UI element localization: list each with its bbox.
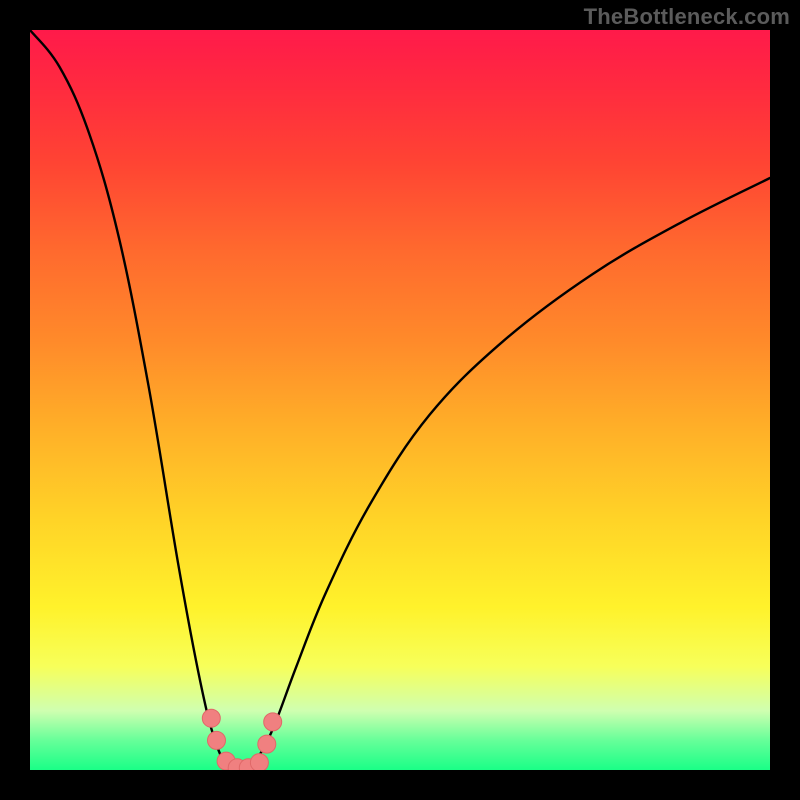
bottleneck-curve [30, 30, 770, 770]
valley-marker [208, 731, 226, 749]
valley-marker [202, 709, 220, 727]
chart-frame: TheBottleneck.com [0, 0, 800, 800]
plot-area [30, 30, 770, 770]
watermark-text: TheBottleneck.com [584, 4, 790, 30]
valley-marker [250, 754, 268, 770]
curve-svg [30, 30, 770, 770]
valley-markers [202, 709, 281, 770]
valley-marker [258, 735, 276, 753]
valley-marker [264, 713, 282, 731]
